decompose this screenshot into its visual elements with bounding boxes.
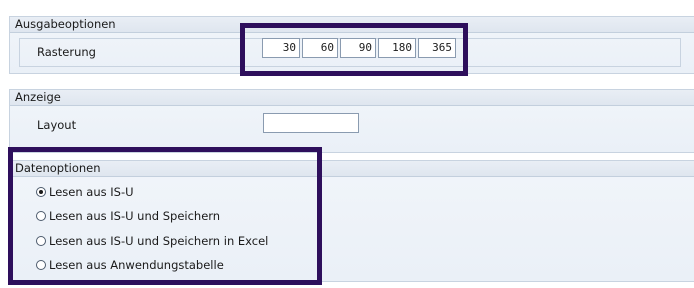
layout-label: Layout bbox=[37, 118, 77, 132]
anzeige-panel: Anzeige Layout bbox=[9, 89, 694, 153]
rasterung-label: Rasterung bbox=[37, 45, 96, 59]
highlight-box-datenoptionen bbox=[8, 147, 322, 285]
anzeige-title: Anzeige bbox=[10, 90, 694, 106]
highlight-box-rasterung bbox=[240, 23, 468, 76]
layout-input[interactable] bbox=[263, 113, 359, 133]
